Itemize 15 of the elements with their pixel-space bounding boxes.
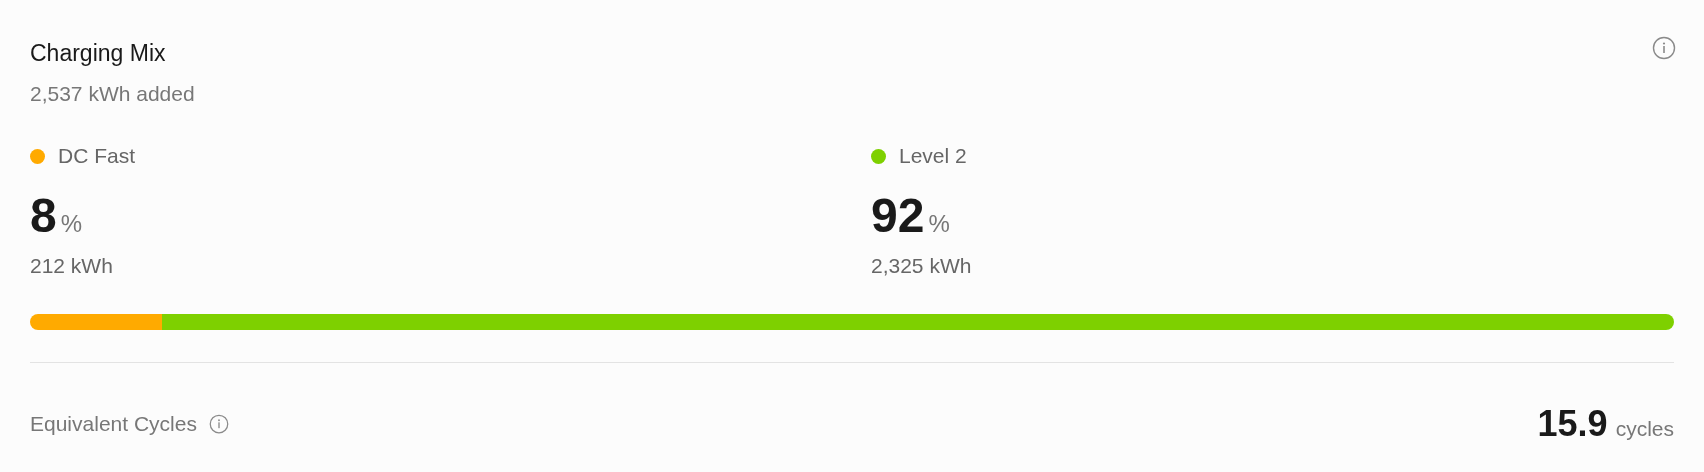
- percent-unit: %: [928, 210, 950, 238]
- info-icon[interactable]: [1652, 36, 1676, 60]
- card-title: Charging Mix: [30, 39, 167, 68]
- card-subtitle: 2,537 kWh added: [30, 82, 195, 106]
- cycles-label: Equivalent Cycles: [30, 412, 197, 436]
- cycles-value: 15.9: [1537, 403, 1608, 445]
- percent-value: 92: [871, 190, 925, 242]
- cycles-unit: cycles: [1615, 417, 1674, 441]
- legend-label: DC Fast: [58, 144, 135, 168]
- info-icon[interactable]: [208, 414, 229, 434]
- energy-value: 212 kWh: [30, 254, 114, 278]
- energy-value: 2,325 kWh: [871, 254, 973, 278]
- percent-value: 8: [30, 190, 57, 242]
- legend-label: Level 2: [899, 144, 967, 168]
- percent-unit: %: [60, 210, 83, 238]
